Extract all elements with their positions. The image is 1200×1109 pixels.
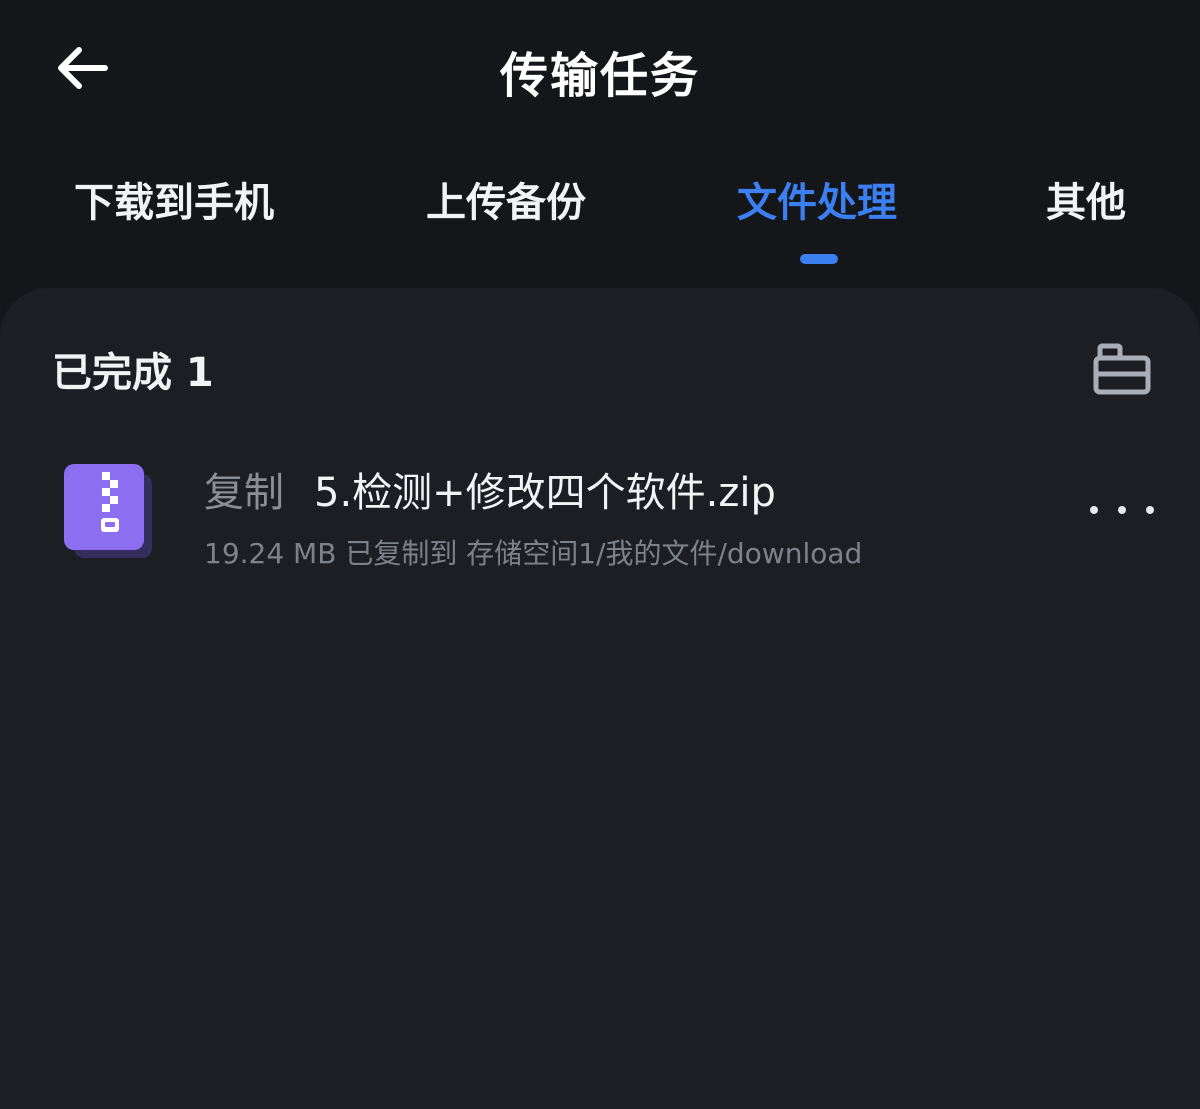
- tab-other[interactable]: 其他: [1046, 170, 1126, 240]
- file-list-item[interactable]: 复制 5.检测+修改四个软件.zip 19.24 MB 已复制到 存储空间1/我…: [0, 438, 1200, 588]
- tab-download-to-phone[interactable]: 下载到手机: [74, 170, 274, 240]
- toolbox-icon: [1093, 343, 1151, 395]
- transfer-tasks-page: 传输任务 下载到手机 上传备份 文件处理 其他 已完成 1 复制 5.检测+修改…: [0, 0, 1200, 1109]
- zip-file-icon: [62, 462, 154, 560]
- file-name: 5.检测+修改四个软件.zip: [314, 470, 776, 516]
- tab-upload-backup[interactable]: 上传备份: [426, 170, 586, 240]
- content-panel: 已完成 1 复制 5.检测+修改四个软件.zip 19.24 MB 已复制到 存…: [0, 288, 1200, 1109]
- page-title: 传输任务: [499, 48, 700, 104]
- more-dot: [1118, 506, 1126, 514]
- more-options-button[interactable]: [1090, 490, 1154, 530]
- file-meta: 19.24 MB 已复制到 存储空间1/我的文件/download: [204, 537, 863, 570]
- header: 传输任务: [0, 0, 1200, 140]
- file-action-label: 复制: [204, 470, 284, 516]
- tab-bar: 下载到手机 上传备份 文件处理 其他: [0, 170, 1200, 270]
- more-dots-icon: [1090, 506, 1098, 514]
- more-dot: [1146, 506, 1154, 514]
- active-tab-indicator: [800, 254, 838, 264]
- section-title-completed: 已完成 1: [52, 350, 214, 396]
- tab-file-processing[interactable]: 文件处理: [737, 170, 897, 240]
- clear-records-button[interactable]: [1092, 342, 1152, 396]
